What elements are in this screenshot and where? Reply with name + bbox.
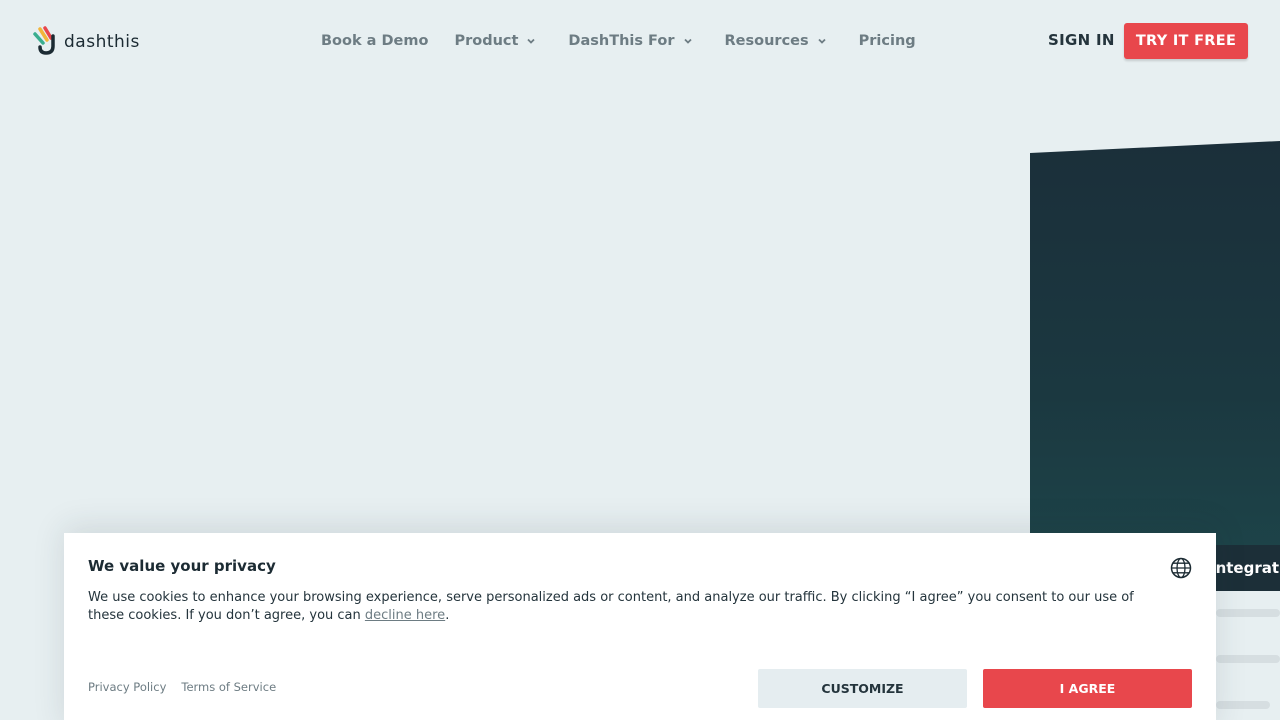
logo-text: dashthis <box>64 32 140 52</box>
nav-item-product[interactable]: Product <box>454 33 536 49</box>
customize-button[interactable]: CUSTOMIZE <box>758 669 967 708</box>
dashthis-logo-icon <box>33 26 55 55</box>
chevron-down-icon <box>683 38 692 44</box>
cookie-banner-text: We use cookies to enhance your browsing … <box>88 589 1168 625</box>
try-it-free-button[interactable]: TRY IT FREE <box>1124 23 1248 59</box>
agree-button[interactable]: I AGREE <box>983 669 1192 708</box>
nav-item-label: Resources <box>724 33 809 49</box>
nav-item-pricing[interactable]: Pricing <box>859 33 916 49</box>
nav-item-resources[interactable]: Resources <box>725 33 827 49</box>
cookie-text-body: We use cookies to enhance your browsing … <box>88 590 1134 623</box>
placeholder-line <box>1216 701 1270 709</box>
hero-dashboard-panel <box>1030 141 1280 561</box>
chevron-down-icon <box>818 38 826 44</box>
privacy-policy-link[interactable]: Privacy Policy <box>88 680 166 694</box>
nav-item-dashthis-for[interactable]: DashThis For <box>568 33 692 49</box>
dashthis-logo[interactable]: dashthis <box>32 26 142 56</box>
main-nav: Book a Demo Product DashThis For Resourc… <box>321 31 916 51</box>
chevron-down-icon <box>527 38 536 44</box>
cookie-consent-banner: We value your privacy We use cookies to … <box>64 533 1216 720</box>
nav-item-label: Book a Demo <box>321 33 429 49</box>
terms-of-service-link[interactable]: Terms of Service <box>181 680 276 694</box>
placeholder-line <box>1216 609 1280 617</box>
policy-links: Privacy Policy Terms of Service <box>88 680 276 694</box>
decline-link[interactable]: decline here <box>365 608 445 623</box>
globe-icon[interactable] <box>1170 557 1192 579</box>
placeholder-line <box>1216 655 1280 663</box>
cookie-banner-title: We value your privacy <box>88 557 276 575</box>
nav-item-label: Pricing <box>858 33 916 49</box>
site-header: dashthis Book a Demo Product DashThis Fo… <box>0 0 1280 82</box>
cookie-text-end: . <box>445 608 450 623</box>
nav-item-label: Product <box>454 33 519 49</box>
nav-item-label: DashThis For <box>568 33 675 49</box>
nav-item-book-a-demo[interactable]: Book a Demo <box>321 33 428 49</box>
sign-in-link[interactable]: SIGN IN <box>1048 31 1115 49</box>
